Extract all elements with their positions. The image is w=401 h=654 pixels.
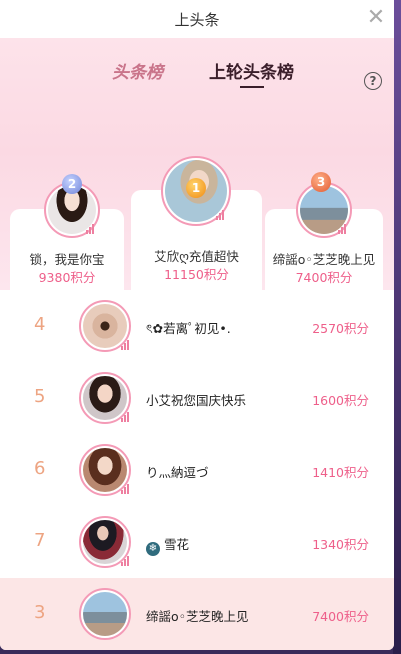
list-item[interactable]: 4 ৎ✿若离ﾟ初见•. 2570积分: [0, 290, 394, 362]
my-rank-row[interactable]: 3 缔謡o◦芝芝晚上见 7400积分: [0, 578, 394, 650]
active-tab-indicator: [240, 86, 264, 88]
podium-score: 7400积分: [295, 270, 353, 285]
user-score: 1410积分: [312, 465, 369, 480]
dialog-title: 上头条: [174, 10, 220, 29]
level-bars-icon: [216, 210, 226, 220]
close-icon[interactable]: ✕: [366, 7, 386, 29]
level-bars-icon: [86, 224, 96, 234]
rank-number: 4: [34, 314, 46, 335]
rank-3-medal-icon: 3: [311, 172, 331, 192]
rank-number: 7: [34, 530, 46, 551]
level-bars-icon: [121, 484, 131, 494]
ranking-list: 4 ৎ✿若离ﾟ初见•. 2570积分 5 小艾祝您国庆快乐 1600积分 6 り…: [0, 290, 394, 650]
podium-name: 锁，我是你宝: [29, 252, 105, 267]
rank-number: 6: [34, 458, 46, 479]
rank-number: 3: [34, 602, 46, 623]
podium-score: 11150积分: [164, 267, 229, 282]
level-bars-icon: [338, 224, 348, 234]
tab-headline-board[interactable]: 头条榜: [112, 58, 163, 83]
user-score: 7400积分: [312, 609, 369, 624]
user-score: 2570积分: [312, 321, 369, 336]
rank-1-medal-icon: 1: [186, 178, 206, 198]
user-score: 1340积分: [312, 537, 369, 552]
level-bars-icon: [121, 412, 131, 422]
podium-name: 缔謡o◦芝芝晚上见: [272, 252, 376, 267]
list-item[interactable]: 5 小艾祝您国庆快乐 1600积分: [0, 362, 394, 434]
snowflake-icon: ❄: [146, 542, 160, 556]
user-score: 1600积分: [312, 393, 369, 408]
list-item[interactable]: 7 ❄ 雪花 1340积分: [0, 506, 394, 578]
title-bar: 上头条 ✕: [0, 0, 394, 38]
user-name: ৎ✿若离ﾟ初见•.: [146, 321, 231, 336]
tab-last-round-board[interactable]: 上轮头条榜: [209, 58, 294, 83]
tab-bar: 头条榜 上轮头条榜 ?: [0, 56, 394, 90]
podium-score: 9380积分: [38, 270, 96, 285]
user-name-text: 雪花: [164, 537, 190, 552]
rank-number: 5: [34, 386, 46, 407]
podium-name: 艾欣ღ充值超快: [154, 249, 239, 264]
leaderboard-dialog: 上头条 ✕ 头条榜 上轮头条榜 ? 锁，我是你宝 9380积分 2 艾欣ღ充值超…: [0, 0, 394, 650]
background-strip: [393, 0, 401, 654]
user-name: ❄ 雪花: [146, 534, 189, 556]
user-name: 小艾祝您国庆快乐: [146, 393, 247, 408]
rank-2-medal-icon: 2: [62, 174, 82, 194]
user-name: り灬納逗づ: [146, 465, 209, 480]
user-name: 缔謡o◦芝芝晚上见: [146, 609, 249, 624]
podium-section: 头条榜 上轮头条榜 ? 锁，我是你宝 9380积分 2 艾欣ღ充值超快 1115…: [0, 38, 394, 291]
list-item[interactable]: 6 り灬納逗づ 1410积分: [0, 434, 394, 506]
level-bars-icon: [121, 340, 131, 350]
avatar[interactable]: [79, 588, 131, 640]
level-bars-icon: [121, 556, 131, 566]
help-icon[interactable]: ?: [364, 72, 382, 90]
